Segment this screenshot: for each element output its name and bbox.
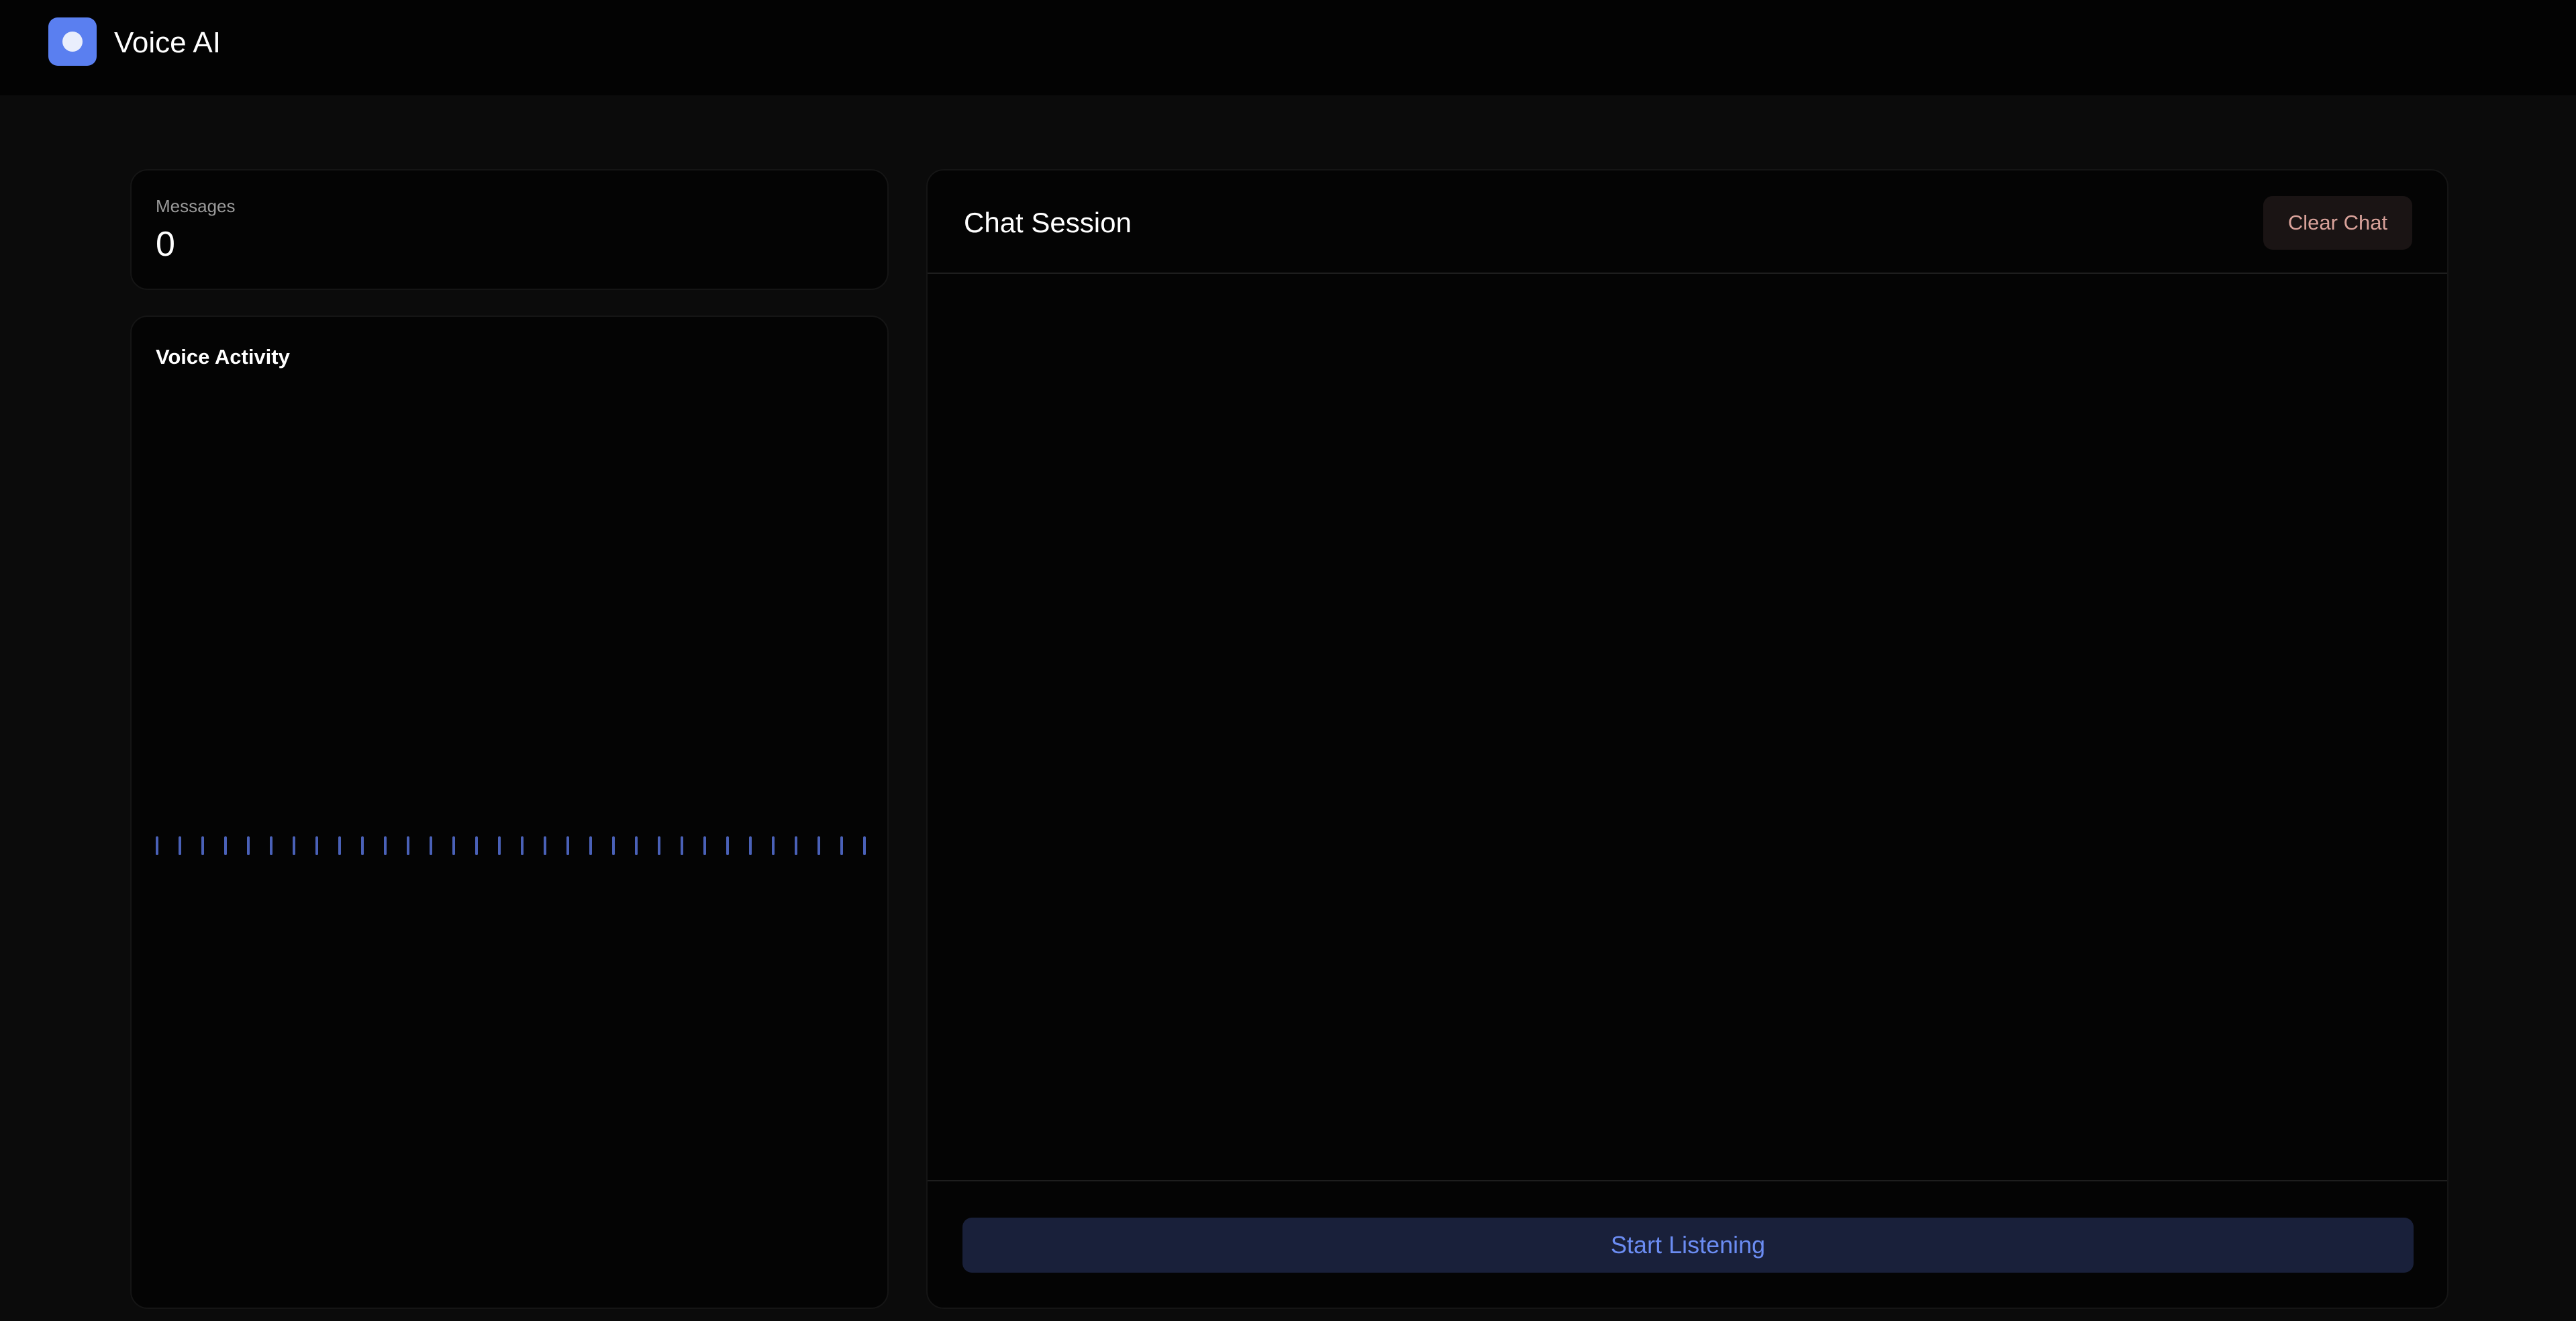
voice-bar [818,836,820,855]
voice-visualizer [156,834,866,858]
voice-bar [772,836,775,855]
voice-activity-card: Voice Activity [130,315,889,1309]
voice-bar [201,836,204,855]
voice-bar [247,836,250,855]
voice-bar [658,836,660,855]
chat-messages-area [928,274,2447,1180]
voice-bar [703,836,706,855]
chat-session-panel: Chat Session Clear Chat Start Listening [926,169,2448,1309]
voice-bar [840,836,843,855]
voice-bar [589,836,592,855]
voice-bar [224,836,227,855]
messages-count: 0 [156,225,175,264]
voice-bar [566,836,569,855]
messages-label: Messages [156,196,236,216]
app-title: Voice AI [114,26,221,59]
voice-bar [795,836,797,855]
voice-bar [475,836,478,855]
voice-bar [726,836,729,855]
voice-bar [681,836,683,855]
start-listening-button[interactable]: Start Listening [962,1218,2414,1273]
voice-bar [612,836,615,855]
voice-bar [430,836,432,855]
voice-bar [156,836,158,855]
voice-bar [452,836,455,855]
voice-bar [635,836,638,855]
voice-bar [179,836,181,855]
record-dot-icon [62,32,83,52]
voice-bar [498,836,501,855]
voice-bar [863,836,866,855]
voice-bar [749,836,752,855]
voice-bar [315,836,318,855]
chat-title: Chat Session [964,207,1132,238]
app-logo [48,17,97,66]
voice-bar [544,836,546,855]
app-header: Voice AI [0,0,2576,95]
voice-bar [407,836,409,855]
messages-stat-card: Messages 0 [130,169,889,290]
voice-bar [384,836,387,855]
chat-footer: Start Listening [928,1180,2447,1309]
voice-bar [521,836,524,855]
clear-chat-button[interactable]: Clear Chat [2263,196,2412,250]
voice-activity-title: Voice Activity [156,345,290,369]
voice-bar [270,836,273,855]
voice-bar [293,836,295,855]
chat-header: Chat Session Clear Chat [928,170,2447,274]
voice-bar [361,836,364,855]
voice-bar [338,836,341,855]
